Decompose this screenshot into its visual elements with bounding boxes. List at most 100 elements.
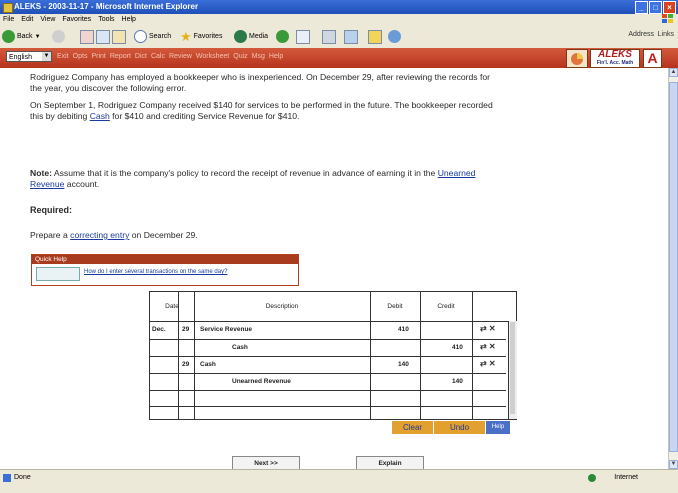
journal-table: Date Description Debit Credit Dec. 29 Se… [149,291,517,420]
row1-description[interactable]: Service Revenue [200,326,252,333]
links-label[interactable]: Links [658,31,674,38]
row1-month[interactable]: Dec. [152,326,166,333]
mail-button[interactable] [296,29,310,44]
menu-favorites[interactable]: Favorites [59,14,95,23]
refresh-button[interactable] [96,29,110,44]
print-button[interactable] [322,29,336,44]
chevron-down-icon: ▼ [42,52,51,61]
nav-review[interactable]: Review [169,53,192,60]
back-arrow-icon [2,30,15,43]
stop-icon [80,29,94,44]
row1-debit[interactable]: 410 [398,326,409,333]
edit-icon [344,29,358,44]
page-scrollbar[interactable]: ▲ ▼ [668,68,678,469]
forward-button[interactable] [52,30,65,43]
nav-calculator[interactable]: Calc [151,53,165,60]
header-description: Description [265,303,299,310]
minimize-button[interactable]: _ [635,1,648,14]
row2-description[interactable]: Cash [232,344,248,351]
header-date: Date [165,303,179,310]
row2-credit[interactable]: 410 [452,344,463,351]
security-zone: Internet [614,474,638,481]
nav-exit[interactable]: Exit [57,53,69,60]
aleks-pie-icon[interactable] [566,49,588,68]
header-credit: Credit [437,303,455,310]
media-icon [234,30,247,43]
nav-worksheet[interactable]: Worksheet [196,53,229,60]
quick-help-link[interactable]: How do I enter several transactions on t… [84,269,227,275]
menu-edit[interactable]: Edit [18,14,37,23]
messenger-button[interactable] [388,30,401,43]
undo-button[interactable]: Undo [434,421,485,434]
edit-button[interactable] [344,29,358,44]
windows-flag-icon [662,14,673,23]
language-value: English [9,54,32,61]
back-button[interactable]: Back ▼ [2,30,41,43]
nav-options[interactable]: Opts [73,53,88,60]
row3-debit[interactable]: 140 [398,361,409,368]
menu-help[interactable]: Help [119,14,140,23]
required-heading: Required: [30,205,73,215]
stop-button[interactable] [80,29,94,44]
nav-help[interactable]: Help [269,53,283,60]
cash-link[interactable]: Cash [90,111,110,121]
row3-edit-delete-icons[interactable]: ⇄ ✕ [480,359,496,368]
nav-report[interactable]: Report [110,53,131,60]
nav-dictionary[interactable]: Dict [135,53,147,60]
quick-help-title: Quick Help [32,255,298,264]
journal-scrollbar[interactable] [508,321,517,419]
problem-instruction: Prepare a correcting entry on December 2… [30,230,198,240]
close-button[interactable]: × [663,1,676,14]
scrollbar-thumb[interactable] [669,82,678,452]
nav-message[interactable]: Msg [252,53,265,60]
correcting-entry-link[interactable]: correcting entry [70,230,129,240]
aleks-a-icon[interactable]: A [643,49,662,68]
aleks-logo: ALEKS Fin'l. Acc. Math [590,49,640,68]
browser-toolbar: Back ▼ Search ★ Favorites Media Address … [0,25,678,49]
star-icon: ★ [180,28,192,44]
home-button[interactable] [112,29,126,44]
history-icon [276,30,289,43]
search-icon [134,30,147,43]
status-bar: Done Internet [0,469,678,493]
problem-intro: Rodriguez Company has employed a bookkee… [30,72,491,93]
row2-edit-delete-icons[interactable]: ⇄ ✕ [480,342,496,351]
row4-credit[interactable]: 140 [452,378,463,385]
next-button[interactable]: Next >> [232,456,300,469]
row3-description[interactable]: Cash [200,361,216,368]
clear-button[interactable]: Clear [392,421,433,434]
media-button[interactable]: Media [234,30,268,43]
mail-icon [296,29,310,44]
scroll-down-icon[interactable]: ▼ [669,460,678,469]
folder-button[interactable] [368,29,382,44]
history-button[interactable] [276,30,289,43]
problem-note: Note: Assume that it is the company's po… [30,168,476,189]
maximize-button[interactable]: □ [649,1,662,14]
row1-day[interactable]: 29 [182,326,189,333]
aleks-logo-subtitle: Fin'l. Acc. Math [596,60,634,66]
pie-chart-icon [571,53,583,65]
menu-view[interactable]: View [37,14,59,23]
menu-tools[interactable]: Tools [95,14,118,23]
nav-print[interactable]: Print [91,53,105,60]
row1-edit-delete-icons[interactable]: ⇄ ✕ [480,324,496,333]
quick-help-thumbnail-icon[interactable] [36,267,80,281]
explain-button[interactable]: Explain [356,456,424,469]
aleks-nav: Exit Opts Print Report Dict Calc Review Workshe… [57,53,287,60]
scroll-up-icon[interactable]: ▲ [669,68,678,77]
favorites-button[interactable]: ★ Favorites [180,28,222,44]
aleks-logo-text: ALEKS [598,49,632,60]
search-button[interactable]: Search [134,30,171,43]
journal-scrollbar-thumb[interactable] [510,322,515,414]
menu-file[interactable]: File [0,14,18,23]
messenger-icon [388,30,401,43]
internet-zone-icon [588,474,596,482]
row4-description[interactable]: Unearned Revenue [232,378,291,385]
row3-day[interactable]: 29 [182,361,189,368]
header-debit: Debit [387,303,403,310]
problem-content: Rodriguez Company has employed a bookkee… [0,68,668,469]
nav-quiz[interactable]: Quiz [233,53,247,60]
help-button[interactable]: Help [486,421,510,434]
address-label[interactable]: Address [628,31,654,38]
language-select[interactable]: English ▼ [6,51,52,62]
